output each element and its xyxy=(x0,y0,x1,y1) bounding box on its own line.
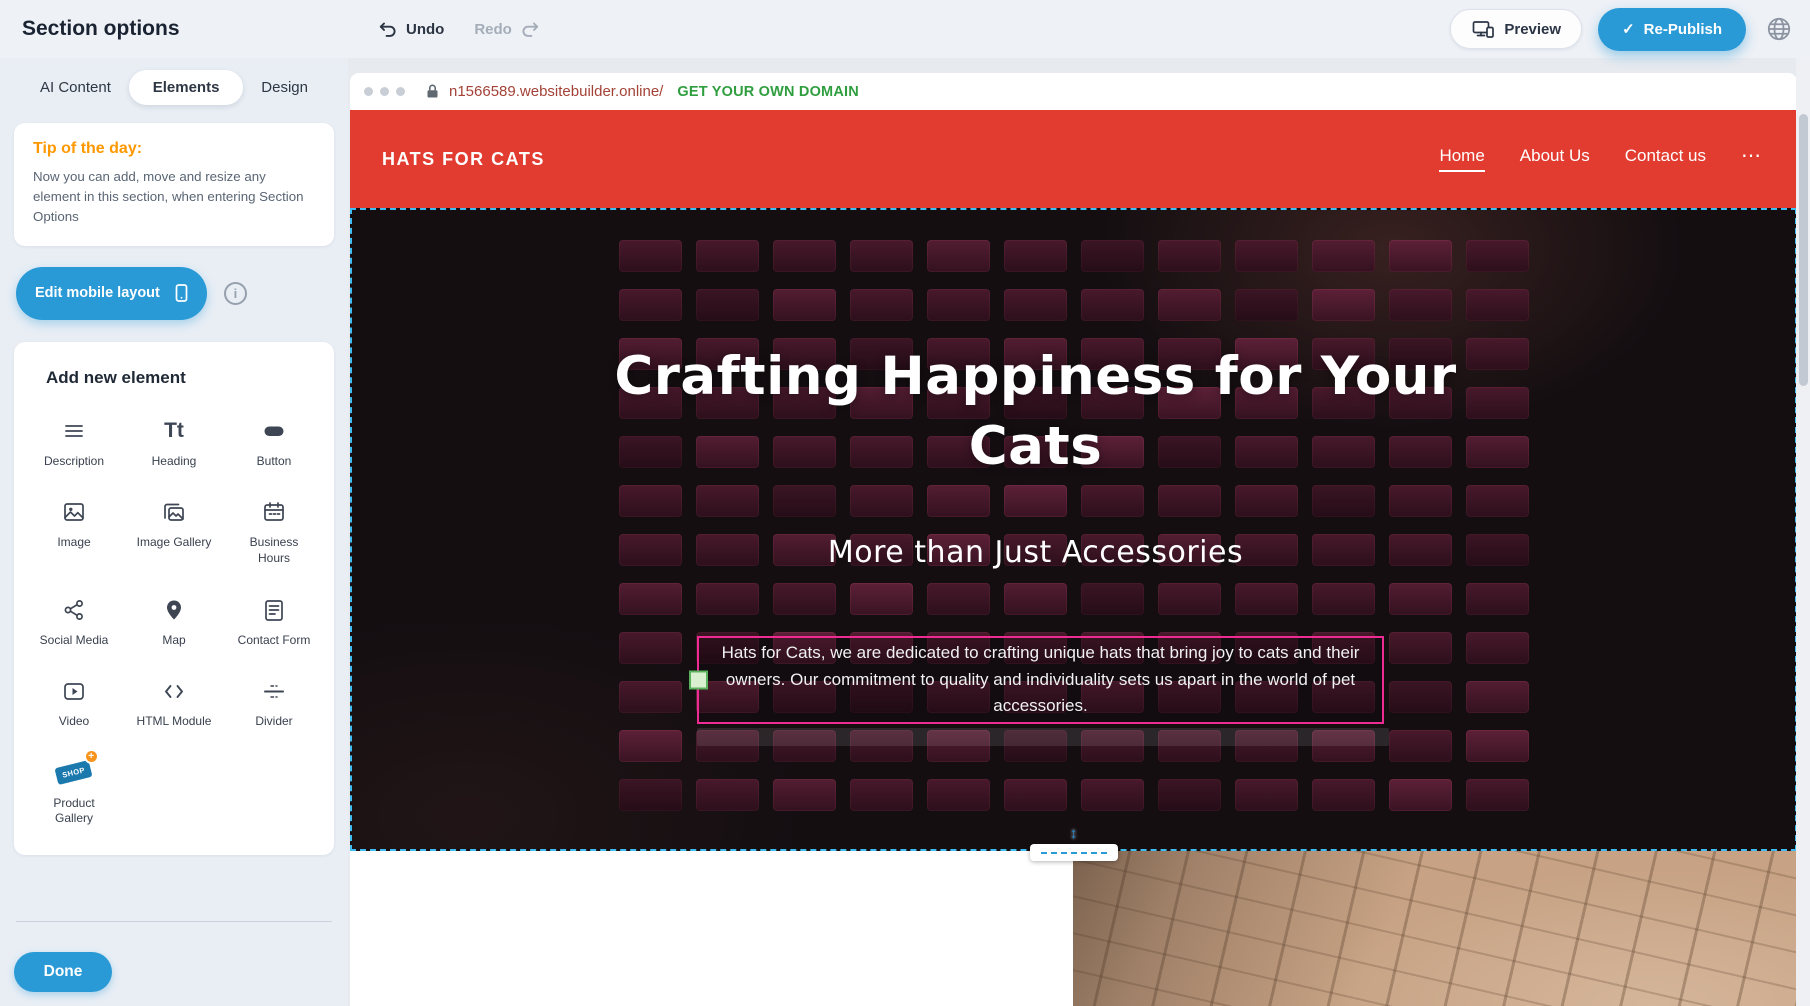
element-map[interactable]: Map xyxy=(124,595,224,649)
nav-item-about-us[interactable]: About Us xyxy=(1520,146,1590,172)
phone-icon xyxy=(172,283,191,303)
next-section-preview xyxy=(350,851,1797,1006)
window-dots-icon xyxy=(364,87,405,96)
hero-background: Crafting Happiness for Your Cats More th… xyxy=(352,210,1795,849)
topbar-actions: Preview ✓ Re-Publish xyxy=(1450,8,1796,51)
button-icon xyxy=(261,416,287,446)
hero-section-selected[interactable]: Crafting Happiness for Your Cats More th… xyxy=(350,208,1797,851)
product-gallery-icon: SHOP + xyxy=(56,758,91,788)
paving-photo xyxy=(1073,851,1797,1006)
undo-icon xyxy=(378,20,398,38)
element-html-module[interactable]: HTML Module xyxy=(124,676,224,730)
language-globe-button[interactable] xyxy=(1762,12,1796,46)
site-url[interactable]: n1566589.websitebuilder.online/ xyxy=(449,83,663,100)
element-divider[interactable]: Divider xyxy=(224,676,324,730)
element-video[interactable]: Video xyxy=(24,676,124,730)
divider-icon xyxy=(261,676,287,706)
undo-button[interactable]: Undo xyxy=(378,20,444,38)
image-gallery-icon xyxy=(161,497,187,527)
info-icon[interactable]: i xyxy=(224,282,247,305)
hero-subheading[interactable]: More than Just Accessories xyxy=(352,535,1719,570)
element-contact-form[interactable]: Contact Form xyxy=(224,595,324,649)
tab-ai-content[interactable]: AI Content xyxy=(30,70,121,105)
mobile-layout-row: Edit mobile layout i xyxy=(14,267,334,320)
add-element-title: Add new element xyxy=(24,368,324,388)
element-drag-handle[interactable] xyxy=(689,671,708,690)
sidebar-bottom: Done xyxy=(14,921,334,1006)
resize-arrows-icon: ↕ xyxy=(1070,826,1078,841)
business-hours-icon xyxy=(261,497,287,527)
preview-scrollbar xyxy=(1796,58,1810,1006)
nav-item-contact-us[interactable]: Contact us xyxy=(1625,146,1706,172)
element-grid: Description Tt Heading Button Ima xyxy=(24,416,324,827)
section-resize-handle[interactable]: ↕ xyxy=(1030,831,1118,861)
nav-more-icon[interactable]: ⋯ xyxy=(1741,156,1761,162)
section-options-sidebar: AI Content Elements Design Tip of the da… xyxy=(0,58,348,1006)
editor-canvas-area: n1566589.websitebuilder.online/ GET YOUR… xyxy=(348,58,1810,1006)
browser-bar: n1566589.websitebuilder.online/ GET YOUR… xyxy=(350,73,1797,110)
contact-form-icon xyxy=(261,595,287,625)
element-button[interactable]: Button xyxy=(224,416,324,470)
tip-body: Now you can add, move and resize any ele… xyxy=(33,167,315,227)
image-icon xyxy=(61,497,87,527)
hero-paragraph: Hats for Cats, we are dedicated to craft… xyxy=(705,640,1376,719)
html-module-icon xyxy=(161,676,187,706)
tab-elements[interactable]: Elements xyxy=(129,70,244,105)
drop-placeholder xyxy=(697,728,1389,746)
element-description[interactable]: Description xyxy=(24,416,124,470)
edit-mobile-layout-button[interactable]: Edit mobile layout xyxy=(16,267,207,320)
next-section-blank xyxy=(350,851,1073,1006)
check-icon: ✓ xyxy=(1622,20,1635,38)
sidebar-tabs: AI Content Elements Design xyxy=(14,58,334,105)
tab-design[interactable]: Design xyxy=(251,70,318,105)
sidebar-divider xyxy=(16,921,332,922)
element-heading[interactable]: Tt Heading xyxy=(124,416,224,470)
nav-item-home[interactable]: Home xyxy=(1439,146,1484,172)
history-controls: Undo Redo xyxy=(378,20,540,38)
done-button[interactable]: Done xyxy=(14,952,112,992)
map-icon xyxy=(161,595,187,625)
redo-button[interactable]: Redo xyxy=(474,20,540,38)
site-nav: Home About Us Contact us ⋯ xyxy=(1439,146,1761,172)
globe-icon xyxy=(1765,15,1793,43)
element-image[interactable]: Image xyxy=(24,497,124,566)
site-logo[interactable]: HATS FOR CATS xyxy=(382,149,545,170)
description-icon xyxy=(61,416,87,446)
preview-button[interactable]: Preview xyxy=(1450,9,1582,49)
element-image-gallery[interactable]: Image Gallery xyxy=(124,497,224,566)
element-business-hours[interactable]: Business Hours xyxy=(224,497,324,566)
site-preview-frame: n1566589.websitebuilder.online/ GET YOUR… xyxy=(350,73,1797,1006)
lock-icon xyxy=(425,83,440,100)
heading-icon: Tt xyxy=(164,416,184,446)
add-new-element-card: Add new element Description Tt Heading xyxy=(14,342,334,855)
get-domain-link[interactable]: GET YOUR OWN DOMAIN xyxy=(677,84,859,100)
redo-icon xyxy=(520,20,540,38)
top-toolbar: Section options Undo Redo Preview xyxy=(0,0,1810,58)
social-media-icon xyxy=(61,595,87,625)
tip-title: Tip of the day: xyxy=(33,140,315,158)
element-social-media[interactable]: Social Media xyxy=(24,595,124,649)
republish-button[interactable]: ✓ Re-Publish xyxy=(1598,8,1746,51)
app-root: Section options Undo Redo Preview xyxy=(0,0,1810,1006)
video-icon xyxy=(61,676,87,706)
page-title: Section options xyxy=(22,17,180,41)
site-header: HATS FOR CATS Home About Us Contact us ⋯ xyxy=(350,110,1797,208)
paragraph-element-selected[interactable]: Hats for Cats, we are dedicated to craft… xyxy=(697,636,1384,724)
hero-heading[interactable]: Crafting Happiness for Your Cats xyxy=(606,342,1466,483)
tip-of-the-day-card: Tip of the day: Now you can add, move an… xyxy=(14,123,334,246)
scrollbar-thumb[interactable] xyxy=(1799,114,1808,386)
hero-content: Crafting Happiness for Your Cats More th… xyxy=(352,210,1719,849)
element-product-gallery[interactable]: SHOP + Product Gallery xyxy=(24,758,124,827)
devices-icon xyxy=(1471,19,1495,39)
